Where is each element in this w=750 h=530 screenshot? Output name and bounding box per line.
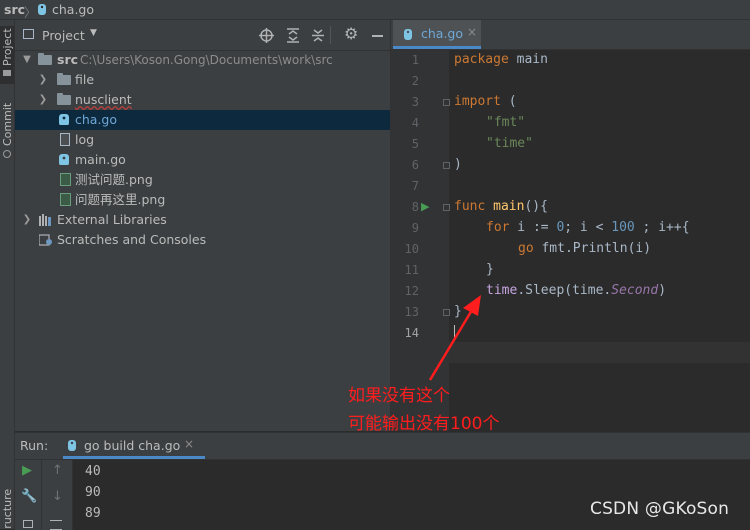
run-label: Run:	[20, 438, 49, 453]
layout-icon[interactable]	[23, 520, 33, 528]
arrow-down-icon[interactable]: ↓	[52, 489, 63, 504]
arrow-up-icon[interactable]: ↑	[52, 463, 63, 478]
close-icon[interactable]: ×	[184, 437, 194, 451]
run-toolbar-secondary: ↑ ↓	[42, 460, 73, 530]
console-line: 40	[85, 464, 101, 479]
go-file-icon	[68, 440, 76, 451]
run-tab-label: go build cha.go	[84, 438, 181, 453]
console-line: 90	[85, 485, 101, 500]
run-config-tab[interactable]: go build cha.go ×	[63, 433, 205, 459]
rerun-icon[interactable]: ▶	[22, 463, 32, 478]
console-line: 89	[85, 506, 101, 521]
run-toolbar: ▶ 🔧	[15, 460, 42, 530]
annotation-line-2: 可能输出没有100个	[348, 414, 500, 434]
annotation-line-1: 如果没有这个	[348, 386, 450, 406]
run-panel-header: Run: go build cha.go ×	[15, 433, 750, 460]
watermark: CSDN @GKoSon	[590, 499, 730, 519]
console-output[interactable]: 40 90 89	[73, 460, 750, 530]
wrench-icon[interactable]: 🔧	[21, 489, 37, 504]
